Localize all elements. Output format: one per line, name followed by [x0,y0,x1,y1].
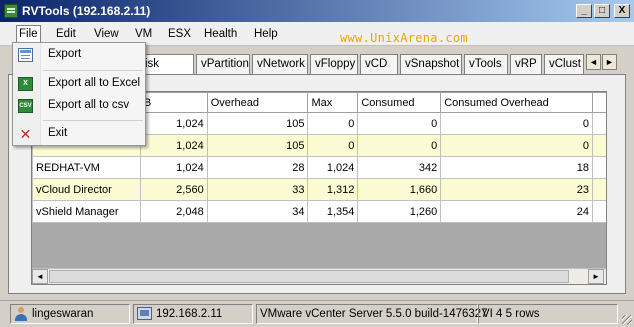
excel-icon: X [18,77,33,91]
menu-item-export-csv[interactable]: CSV Export all to csv [13,96,145,116]
cell-overhead: 33 [206,178,309,201]
status-user: lingeswaran [10,304,130,324]
cell-consumed: 1,260 [357,200,442,223]
cell-vm: vCloud Director [32,178,141,201]
exit-icon: ✕ [19,126,32,142]
cell-consumed-overhead: 0 [440,112,593,135]
cell-overhead: 105 [206,134,309,157]
menu-help[interactable]: Help [252,26,280,44]
cell-overhead: 34 [206,200,309,223]
cell-mb: 1,024 [139,112,208,135]
table-row[interactable]: REDHAT-VM 1,024 28 1,024 342 18 [32,156,606,179]
title-bar: RVTools (192.168.2.11) _ □ X [0,0,634,22]
menu-item-export-excel[interactable]: X Export all to Excel [13,74,145,94]
status-bar: lingeswaran 192.168.2.11 VMware vCenter … [0,300,634,327]
status-row-count: VI 4 5 rows [478,304,618,324]
tab-strip: isk vPartition vNetwork vFloppy vCD vSna… [140,54,634,74]
cell-max: 0 [307,134,359,157]
table-row[interactable]: vShield Manager 2,048 34 1,354 1,260 24 [32,200,606,223]
window-title: RVTools (192.168.2.11) [22,4,151,18]
cell-vm: REDHAT-VM [32,156,141,179]
tab-scroll-right-icon[interactable]: ► [602,54,617,70]
column-header-next[interactable] [592,92,606,113]
status-host: 192.168.2.11 [133,304,253,324]
cell-vm: vShield Manager [32,200,141,223]
cell-max: 1,312 [307,178,359,201]
horizontal-scrollbar[interactable]: ◄ ► [32,268,606,284]
tab-vpartition[interactable]: vPartition [196,54,250,74]
column-header-mb[interactable]: B [139,92,208,113]
tab-vcd[interactable]: vCD [360,54,398,74]
cell-mb: 2,560 [139,178,208,201]
status-server: VMware vCenter Server 5.5.0 build-147632… [256,304,488,324]
tab-scroll-left-icon[interactable]: ◄ [586,54,601,70]
cell-consumed-overhead: 23 [440,178,593,201]
tab-vtools[interactable]: vTools [464,54,508,74]
menu-esx[interactable]: ESX [166,26,193,44]
status-user-label: lingeswaran [32,308,94,320]
cell-consumed-overhead: 24 [440,200,593,223]
scroll-right-icon[interactable]: ► [588,269,604,284]
csv-icon: CSV [18,99,33,113]
close-button[interactable]: X [614,4,630,18]
cell-max: 0 [307,112,359,135]
cell-consumed: 1,660 [357,178,442,201]
cell-overhead: 28 [206,156,309,179]
menu-item-exit[interactable]: ✕ Exit [13,124,145,144]
cell-consumed-overhead: 0 [440,134,593,157]
tab-vnetwork[interactable]: vNetwork [252,54,308,74]
scroll-left-icon[interactable]: ◄ [32,269,48,284]
cell-consumed: 342 [357,156,442,179]
cell-mb: 1,024 [139,134,208,157]
column-header-consumed-overhead[interactable]: Consumed Overhead [440,92,593,113]
cell-consumed-overhead: 18 [440,156,593,179]
export-icon [18,48,33,62]
cell-max: 1,024 [307,156,359,179]
host-icon [137,307,152,321]
resize-grip-icon[interactable] [622,315,632,325]
scroll-thumb[interactable] [49,270,569,283]
minimize-button[interactable]: _ [576,4,592,18]
tab-vfloppy[interactable]: vFloppy [310,54,358,74]
cell-mb: 1,024 [139,156,208,179]
cell-max: 1,354 [307,200,359,223]
brand-watermark: www.UnixArena.com [340,31,468,45]
rvtools-app-icon [4,4,18,18]
menu-separator [43,70,143,71]
maximize-button[interactable]: □ [594,4,610,18]
column-header-overhead[interactable]: Overhead [206,92,309,113]
menu-separator [43,120,143,121]
cell-consumed: 0 [357,134,442,157]
cell-mb: 2,048 [139,200,208,223]
tab-vrp[interactable]: vRP [510,54,542,74]
menu-item-export[interactable]: Export [13,45,145,65]
table-row[interactable]: vCloud Director 2,560 33 1,312 1,660 23 [32,178,606,201]
tab-vsnapshot[interactable]: vSnapshot [400,54,462,74]
tab-disk[interactable]: isk [140,54,194,74]
cell-consumed: 0 [357,112,442,135]
menu-health[interactable]: Health [202,26,239,44]
file-menu-dropdown: Export X Export all to Excel CSV Export … [12,42,146,146]
column-header-consumed[interactable]: Consumed [357,92,442,113]
column-header-max[interactable]: Max [307,92,359,113]
user-icon [14,306,28,321]
status-host-label: 192.168.2.11 [156,308,223,320]
cell-overhead: 105 [206,112,309,135]
tab-vcluster[interactable]: vClust [544,54,584,74]
